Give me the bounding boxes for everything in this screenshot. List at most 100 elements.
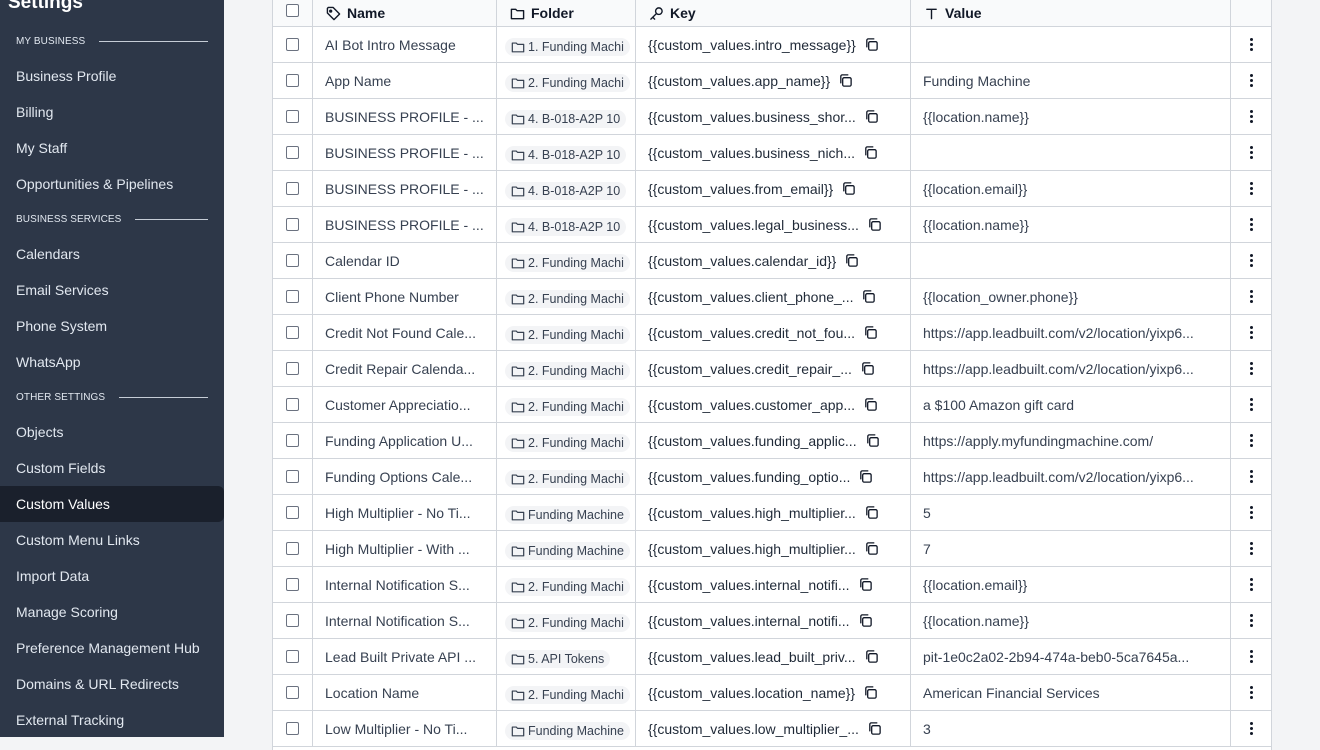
- table-row[interactable]: App Name 2. Funding Machi {{custom_values.…: [273, 63, 1271, 99]
- copy-icon[interactable]: [863, 145, 878, 160]
- table-row[interactable]: Calendar ID 2. Funding Machi {{custom_valu…: [273, 243, 1271, 279]
- folder-badge[interactable]: 2. Funding Machi: [505, 325, 630, 344]
- table-row[interactable]: BUSINESS PROFILE - ... 4. B-018-A2P 10 {{c…: [273, 135, 1271, 171]
- row-checkbox[interactable]: [286, 74, 299, 87]
- copy-icon[interactable]: [864, 541, 879, 556]
- more-options-icon[interactable]: [1249, 542, 1253, 555]
- row-checkbox[interactable]: [286, 398, 299, 411]
- row-checkbox[interactable]: [286, 182, 299, 195]
- column-header-value[interactable]: Value: [911, 0, 1231, 26]
- folder-badge[interactable]: 2. Funding Machi: [505, 73, 630, 92]
- table-row[interactable]: BUSINESS PROFILE - ... 4. B-018-A2P 10 {{c…: [273, 207, 1271, 243]
- folder-badge[interactable]: 4. B-018-A2P 10: [505, 145, 627, 164]
- folder-badge[interactable]: 2. Funding Machi: [505, 433, 630, 452]
- table-row[interactable]: Funding Options Cale... 2. Funding Machi {…: [273, 459, 1271, 495]
- table-row[interactable]: Internal Notification S... 2. Funding Mac…: [273, 603, 1271, 639]
- select-all-checkbox[interactable]: [286, 3, 299, 17]
- more-options-icon[interactable]: [1249, 110, 1253, 123]
- row-checkbox[interactable]: [286, 614, 299, 627]
- sidebar-item-external-tracking[interactable]: External Tracking: [0, 702, 224, 737]
- copy-icon[interactable]: [863, 397, 878, 412]
- column-header-name[interactable]: Name: [313, 0, 497, 26]
- more-options-icon[interactable]: [1249, 254, 1253, 267]
- more-options-icon[interactable]: [1249, 146, 1253, 159]
- table-row[interactable]: High Multiplier - No Ti... Funding Machin…: [273, 495, 1271, 531]
- folder-badge[interactable]: 2. Funding Machi: [505, 685, 630, 704]
- row-checkbox[interactable]: [286, 218, 299, 231]
- copy-icon[interactable]: [860, 361, 875, 376]
- sidebar-item-business-profile[interactable]: Business Profile: [0, 58, 224, 94]
- more-options-icon[interactable]: [1249, 218, 1253, 231]
- row-checkbox[interactable]: [286, 326, 299, 339]
- sidebar-item-import-data[interactable]: Import Data: [0, 558, 224, 594]
- row-checkbox[interactable]: [286, 722, 299, 735]
- sidebar-item-my-staff[interactable]: My Staff: [0, 130, 224, 166]
- folder-badge[interactable]: 2. Funding Machi: [505, 397, 630, 416]
- more-options-icon[interactable]: [1249, 686, 1253, 699]
- table-row[interactable]: BUSINESS PROFILE - ... 4. B-018-A2P 10 {{c…: [273, 99, 1271, 135]
- row-checkbox[interactable]: [286, 542, 299, 555]
- copy-icon[interactable]: [858, 469, 873, 484]
- row-checkbox[interactable]: [286, 254, 299, 267]
- row-checkbox[interactable]: [286, 686, 299, 699]
- copy-icon[interactable]: [864, 649, 879, 664]
- folder-badge[interactable]: 4. B-018-A2P 10: [505, 217, 627, 236]
- table-row[interactable]: AI Bot Intro Message 1. Funding Machi {{cu…: [273, 27, 1271, 63]
- folder-badge[interactable]: Funding Machine: [505, 505, 630, 524]
- row-checkbox[interactable]: [286, 290, 299, 303]
- folder-badge[interactable]: 5. API Tokens: [505, 649, 611, 668]
- row-checkbox[interactable]: [286, 434, 299, 447]
- more-options-icon[interactable]: [1249, 506, 1253, 519]
- copy-icon[interactable]: [865, 433, 880, 448]
- table-row[interactable]: High Multiplier - With ... Funding Machin…: [273, 531, 1271, 567]
- sidebar-item-billing[interactable]: Billing: [0, 94, 224, 130]
- more-options-icon[interactable]: [1249, 74, 1253, 87]
- copy-icon[interactable]: [864, 109, 879, 124]
- copy-icon[interactable]: [867, 217, 882, 232]
- sidebar-item-domains-url-redirects[interactable]: Domains & URL Redirects: [0, 666, 224, 702]
- sidebar-item-custom-menu-links[interactable]: Custom Menu Links: [0, 522, 224, 558]
- row-checkbox[interactable]: [286, 38, 299, 51]
- row-checkbox[interactable]: [286, 650, 299, 663]
- more-options-icon[interactable]: [1249, 722, 1253, 735]
- table-row[interactable]: Client Phone Number 2. Funding Machi {{cus…: [273, 279, 1271, 315]
- sidebar-item-email-services[interactable]: Email Services: [0, 272, 224, 308]
- more-options-icon[interactable]: [1249, 290, 1253, 303]
- row-checkbox[interactable]: [286, 470, 299, 483]
- sidebar-item-phone-system[interactable]: Phone System: [0, 308, 224, 344]
- folder-badge[interactable]: 2. Funding Machi: [505, 613, 630, 632]
- more-options-icon[interactable]: [1249, 614, 1253, 627]
- row-checkbox[interactable]: [286, 146, 299, 159]
- copy-icon[interactable]: [841, 181, 856, 196]
- row-checkbox[interactable]: [286, 362, 299, 375]
- copy-icon[interactable]: [838, 73, 853, 88]
- sidebar-item-calendars[interactable]: Calendars: [0, 236, 224, 272]
- sidebar-item-manage-scoring[interactable]: Manage Scoring: [0, 594, 224, 630]
- column-header-key[interactable]: Key: [636, 0, 911, 26]
- sidebar-item-custom-fields[interactable]: Custom Fields: [0, 450, 224, 486]
- more-options-icon[interactable]: [1249, 578, 1253, 591]
- table-row[interactable]: Location Name 2. Funding Machi {{custom_va…: [273, 675, 1271, 711]
- more-options-icon[interactable]: [1249, 398, 1253, 411]
- table-row[interactable]: Credit Repair Calenda... 2. Funding Machi…: [273, 351, 1271, 387]
- folder-badge[interactable]: 2. Funding Machi: [505, 469, 630, 488]
- more-options-icon[interactable]: [1249, 362, 1253, 375]
- folder-badge[interactable]: 4. B-018-A2P 10: [505, 181, 627, 200]
- table-row[interactable]: Internal Notification S... 2. Funding Mac…: [273, 567, 1271, 603]
- copy-icon[interactable]: [861, 289, 876, 304]
- folder-badge[interactable]: 2. Funding Machi: [505, 289, 630, 308]
- table-row[interactable]: Funding Application U... 2. Funding Machi…: [273, 423, 1271, 459]
- copy-icon[interactable]: [863, 685, 878, 700]
- copy-icon[interactable]: [864, 505, 879, 520]
- copy-icon[interactable]: [863, 325, 878, 340]
- table-row[interactable]: Low Multiplier - No Ti... Funding Machine…: [273, 711, 1271, 747]
- more-options-icon[interactable]: [1249, 434, 1253, 447]
- folder-badge[interactable]: 2. Funding Machi: [505, 577, 630, 596]
- sidebar-item-objects[interactable]: Objects: [0, 414, 224, 450]
- copy-icon[interactable]: [858, 577, 873, 592]
- sidebar-item-custom-values[interactable]: Custom Values: [0, 486, 224, 522]
- folder-badge[interactable]: 2. Funding Machi: [505, 253, 630, 272]
- row-checkbox[interactable]: [286, 110, 299, 123]
- more-options-icon[interactable]: [1249, 326, 1253, 339]
- table-row[interactable]: Credit Not Found Cale... 2. Funding Machi…: [273, 315, 1271, 351]
